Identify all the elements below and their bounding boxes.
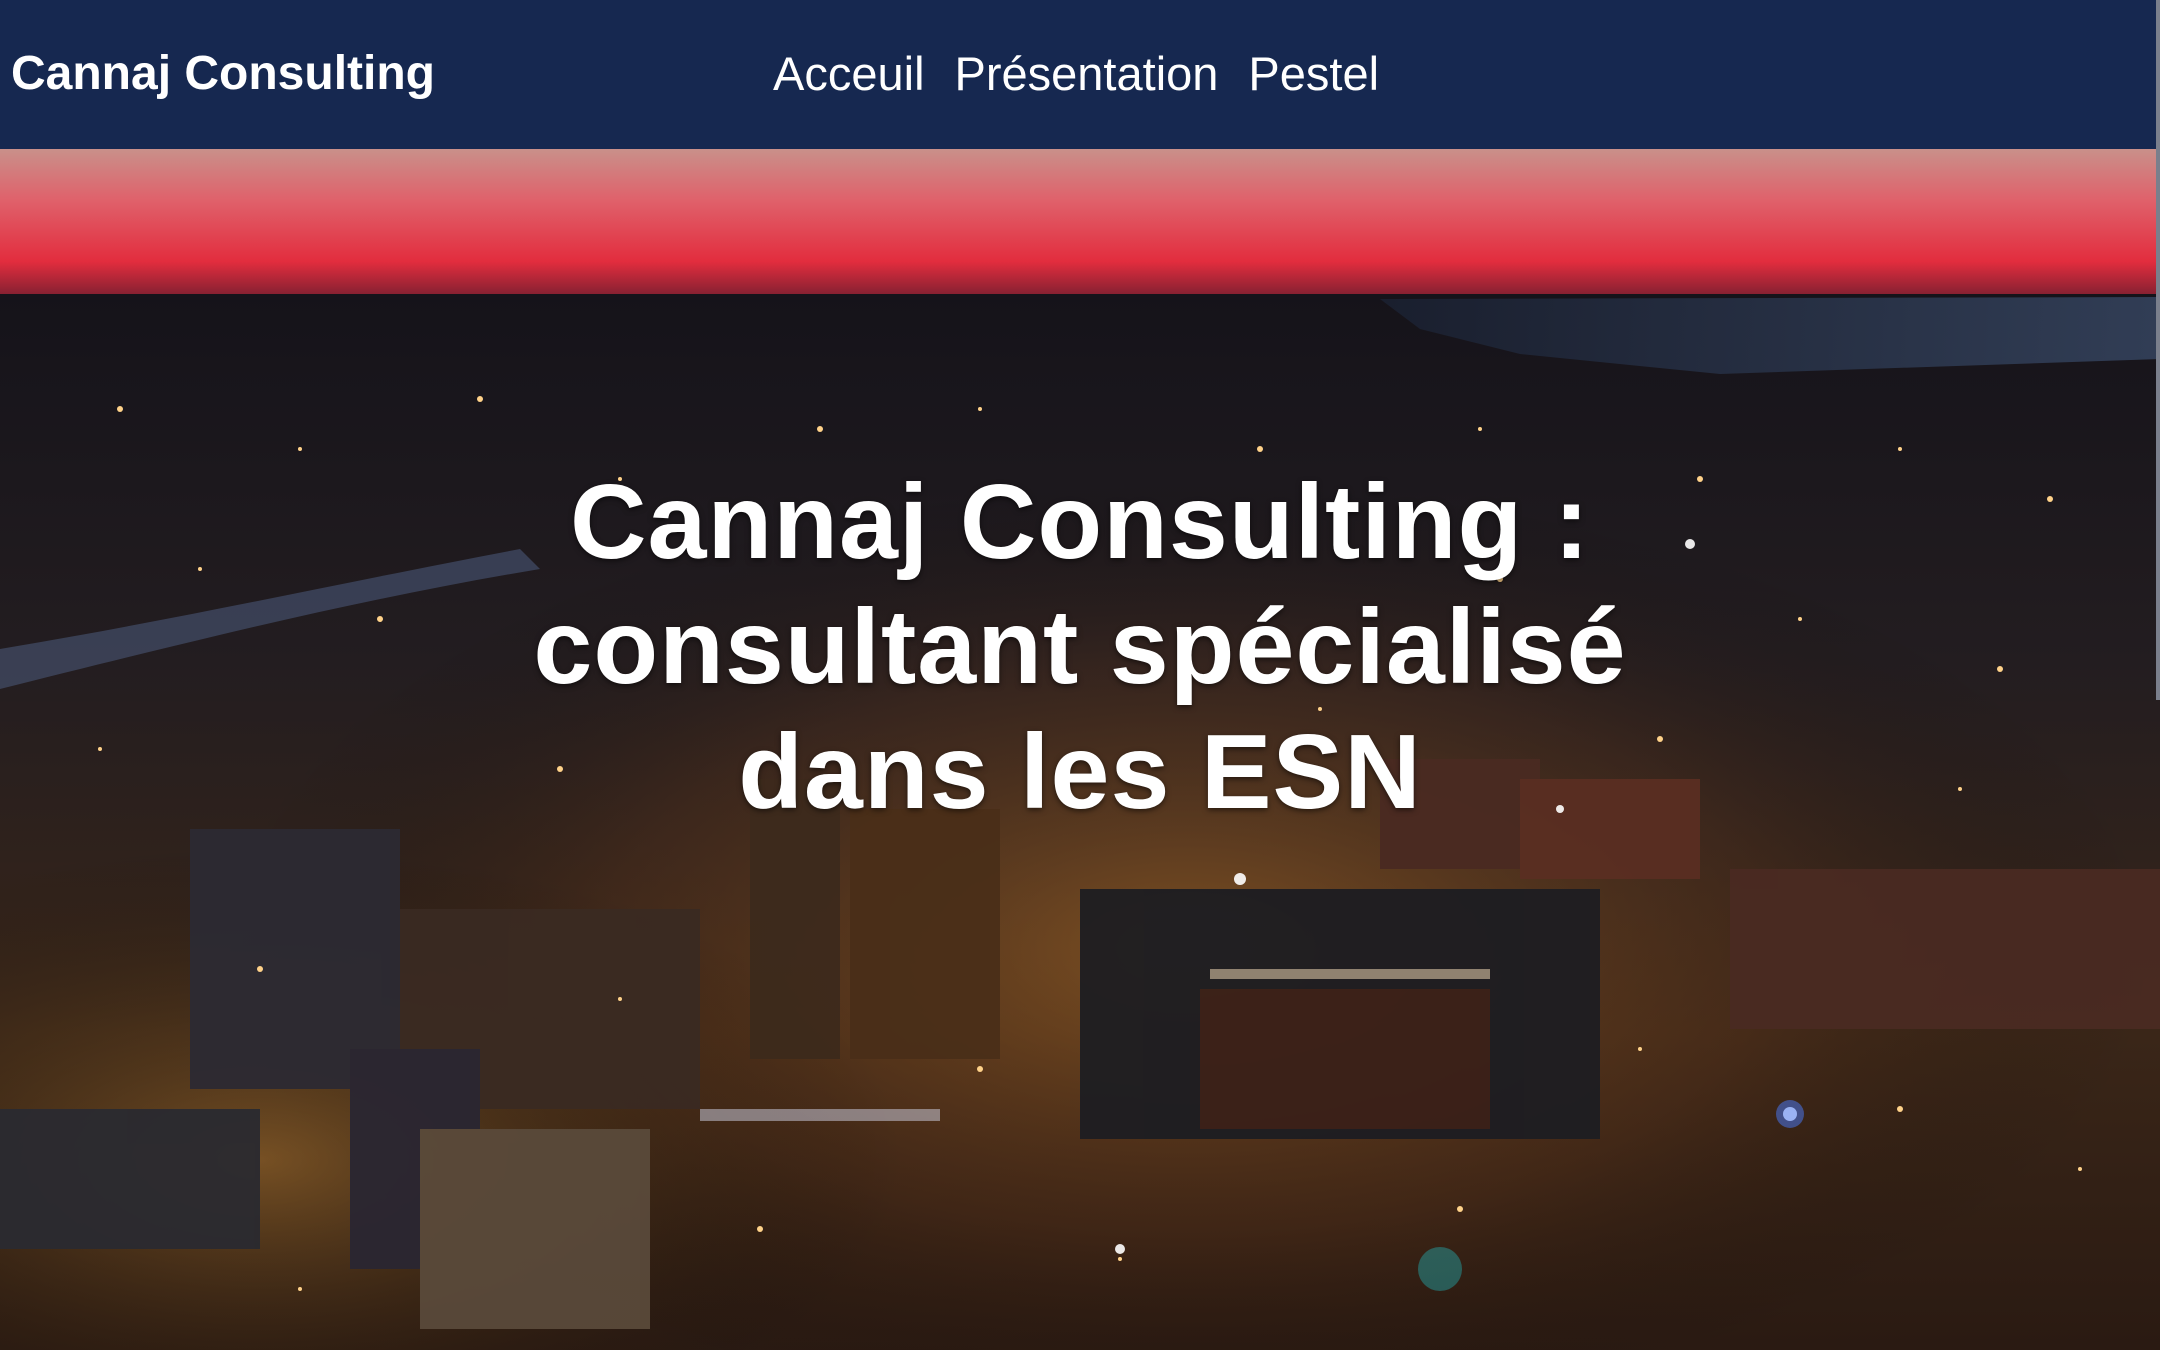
main-nav: Acceuil Présentation Pestel bbox=[773, 46, 1379, 102]
nav-link-pestel[interactable]: Pestel bbox=[1248, 46, 1379, 102]
hero-title-line-3: dans les ESN bbox=[738, 713, 1422, 832]
brand-logo-text[interactable]: Cannaj Consulting bbox=[11, 46, 435, 102]
hero-title-line-1: Cannaj Consulting : bbox=[569, 463, 1591, 582]
hero-title: Cannaj Consulting : consultant spécialis… bbox=[380, 460, 1780, 835]
nav-link-acceuil[interactable]: Acceuil bbox=[773, 46, 925, 102]
hero-section: Cannaj Consulting : consultant spécialis… bbox=[0, 149, 2160, 1350]
hero-title-line-2: consultant spécialisé bbox=[533, 588, 1627, 707]
page-scrollbar[interactable] bbox=[2156, 0, 2160, 700]
page: Cannaj Consulting Acceuil Présentation P… bbox=[0, 0, 2160, 1350]
nav-link-presentation[interactable]: Présentation bbox=[955, 46, 1219, 102]
top-navbar: Cannaj Consulting Acceuil Présentation P… bbox=[0, 0, 2160, 149]
